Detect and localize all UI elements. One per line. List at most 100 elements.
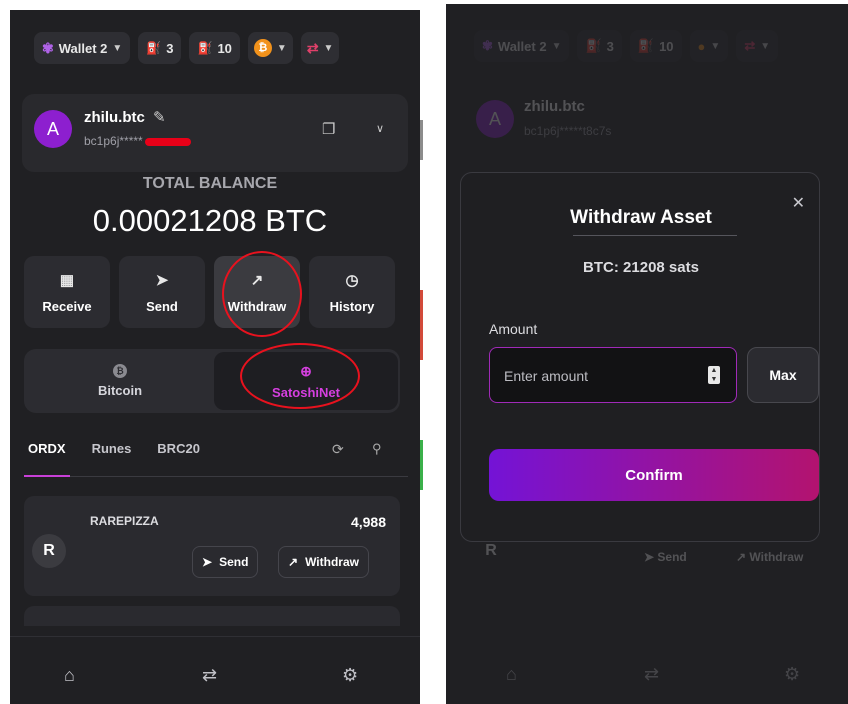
- edit-icon[interactable]: ✎: [153, 109, 166, 126]
- swap-selector[interactable]: ⇄ ▼: [300, 32, 340, 64]
- spinner-icon[interactable]: ▲ ▼: [708, 366, 720, 384]
- modal-balance: BTC: 21208 sats: [583, 259, 699, 276]
- wallet-label-dim: Wallet 2: [497, 38, 547, 54]
- token-avatar: R: [32, 534, 66, 568]
- chevron-down-icon: ▼: [551, 40, 562, 52]
- chevron-down-icon: ▼: [112, 42, 123, 54]
- utxo-counter-a[interactable]: ⛽ 3: [138, 32, 182, 64]
- bitcoin-icon: ●: [697, 38, 706, 54]
- network-bitcoin[interactable]: ₿ Bitcoin: [28, 352, 212, 410]
- token-send-button[interactable]: ➤ Send: [192, 546, 259, 578]
- modal-title: Withdraw Asset: [570, 207, 712, 228]
- chain-selector[interactable]: ₿ ▼: [247, 32, 293, 64]
- swap-icon: ⇄: [306, 39, 319, 56]
- utxo-count-b: 10: [217, 40, 232, 56]
- wallet-toolbar-dim: ✾ Wallet 2 ▼ ⛽ 3 ⛽ 10 ● ▼ ⇄ ▼: [474, 30, 779, 62]
- chain-selector-dim: ● ▼: [689, 30, 729, 62]
- wallet-panel-left: ✾ Wallet 2 ▼ ⛽ 3 ⛽ 10 ₿ ▼ ⇄ ▼ А zhilu.bt…: [10, 10, 420, 704]
- swap-icon: ⇄: [644, 664, 660, 684]
- chevron-down-icon[interactable]: ∨: [376, 122, 384, 135]
- withdraw-modal: Withdraw Asset ✕ BTC: 21208 sats Amount …: [460, 172, 820, 542]
- utxo-count-b-dim: 10: [659, 38, 674, 54]
- link-icon[interactable]: ⚲: [372, 441, 382, 457]
- avatar-dim: А: [476, 100, 514, 138]
- clock-icon: ◷: [345, 271, 359, 289]
- account-address-dim: bc1p6j*****t8c7s: [524, 124, 612, 138]
- background-strip-top: [420, 120, 423, 160]
- bottom-nav: ⌂ ⇄ ⚙: [10, 636, 420, 704]
- send-icon: ➤: [155, 271, 169, 289]
- send-button[interactable]: ➤ Send: [119, 256, 205, 328]
- network-bitcoin-label: Bitcoin: [97, 383, 143, 398]
- send-label: Send: [146, 298, 178, 314]
- wallet-panel-right: ✾ Wallet 2 ▼ ⛽ 3 ⛽ 10 ● ▼ ⇄ ▼ А zhilu.btc bc…: [446, 4, 848, 704]
- token-send-label-dim: Send: [657, 550, 687, 564]
- send-icon: ➤: [202, 555, 213, 569]
- token-name: RAREPIZZA: [90, 514, 159, 528]
- confirm-button[interactable]: Confirm: [489, 449, 819, 501]
- history-button[interactable]: ◷ History: [309, 256, 395, 328]
- account-card: А zhilu.btc ✎ bc1p6j***** ❐ ∨: [22, 94, 408, 172]
- butterfly-icon: ✾: [482, 38, 493, 53]
- amount-label: Amount: [489, 321, 538, 337]
- bitcoin-icon: ₿: [113, 364, 127, 378]
- swap-icon: ⇄: [744, 38, 756, 53]
- background-strip-green: [420, 440, 423, 490]
- receive-label: Receive: [42, 298, 92, 314]
- background-strip-red: [420, 290, 423, 360]
- chevron-down-icon: ▼: [710, 40, 721, 52]
- chevron-down-icon: ▼: [323, 42, 334, 54]
- tab-ordx[interactable]: ORDX: [28, 441, 66, 456]
- account-address-row: bc1p6j*****: [84, 134, 191, 148]
- action-buttons: ▦ Receive ➤ Send ↗ Withdraw ◷ History: [24, 256, 395, 328]
- list-item-partial: [24, 606, 400, 626]
- history-label: History: [329, 298, 375, 314]
- swap-icon[interactable]: ⇄: [202, 665, 217, 686]
- butterfly-icon: ✾: [42, 39, 54, 56]
- account-address: bc1p6j*****: [84, 134, 143, 148]
- fuel-icon: ⛽: [197, 41, 213, 55]
- token-send-dim: ➤ Send: [644, 550, 687, 564]
- home-icon[interactable]: ⌂: [64, 665, 75, 686]
- home-icon: ⌂: [506, 664, 517, 684]
- close-icon[interactable]: ✕: [792, 193, 805, 213]
- account-name-dim: zhilu.btc: [524, 98, 585, 115]
- token-withdraw-label-dim: Withdraw: [749, 550, 804, 564]
- swap-selector-dim: ⇄ ▼: [736, 30, 779, 62]
- token-withdraw-label: Withdraw: [305, 555, 359, 569]
- avatar: А: [34, 110, 72, 148]
- wallet-selector-dim: ✾ Wallet 2 ▼: [474, 30, 570, 62]
- amount-placeholder: Enter amount: [504, 368, 589, 384]
- account-name-row: zhilu.btc ✎: [84, 108, 166, 126]
- satoshinet-highlight-circle: [240, 343, 360, 409]
- settings-icon[interactable]: ⚙: [342, 665, 358, 686]
- tab-runes[interactable]: Runes: [92, 441, 132, 456]
- balance-label: TOTAL BALANCE: [142, 175, 278, 192]
- utxo-counter-b[interactable]: ⛽ 10: [189, 32, 240, 64]
- chevron-down-icon: ▼: [760, 40, 771, 52]
- list-item: R RAREPIZZA 4,988 ➤ Send ↗ Withdraw: [24, 496, 400, 596]
- token-withdraw-dim: ↗ Withdraw: [736, 550, 804, 564]
- account-name: zhilu.btc: [84, 109, 145, 126]
- utxo-count-a-dim: 3: [606, 38, 614, 54]
- receive-button[interactable]: ▦ Receive: [24, 256, 110, 328]
- tabs-divider: [24, 476, 408, 477]
- active-tab-underline: [24, 475, 70, 477]
- amount-input[interactable]: Enter amount ▲ ▼: [489, 347, 737, 403]
- utxo-counter-b-dim: ⛽ 10: [629, 30, 682, 62]
- utxo-counter-a-dim: ⛽ 3: [577, 30, 622, 62]
- token-withdraw-button[interactable]: ↗ Withdraw: [278, 546, 369, 578]
- redaction-mark: [144, 137, 191, 146]
- wallet-selector[interactable]: ✾ Wallet 2 ▼: [34, 32, 131, 64]
- asset-tabs: ORDX Runes BRC20: [28, 441, 200, 456]
- wallet-label: Wallet 2: [58, 40, 108, 56]
- settings-icon: ⚙: [784, 664, 801, 684]
- tab-brc20[interactable]: BRC20: [157, 441, 200, 456]
- refresh-icon[interactable]: ⟳: [332, 441, 344, 458]
- withdraw-highlight-circle: [222, 251, 302, 337]
- utxo-count-a: 3: [166, 40, 174, 56]
- balance-value: 0.00021208 BTC: [92, 203, 328, 238]
- max-button[interactable]: Max: [747, 347, 819, 403]
- fuel-icon: ⛽: [146, 41, 162, 55]
- copy-icon[interactable]: ❐: [322, 120, 335, 138]
